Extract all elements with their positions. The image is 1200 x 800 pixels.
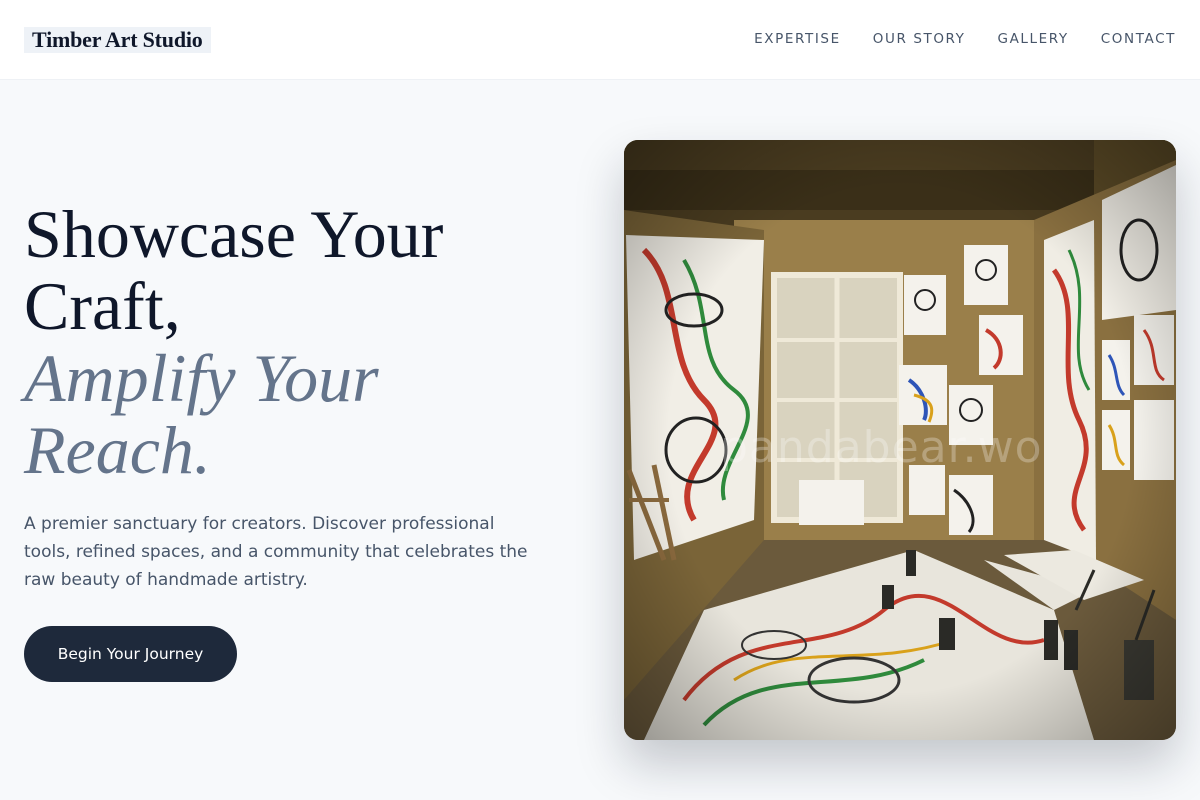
image-watermark: pandabear.wo [720, 422, 1043, 473]
hero-description: A premier sanctuary for creators. Discov… [24, 514, 528, 590]
nav-link-our-story[interactable]: OUR STORY [873, 29, 966, 49]
hero-title: Showcase Your Craft, Amplify Your Reach. [24, 198, 584, 486]
brand-logo[interactable]: Timber Art Studio [24, 27, 211, 53]
hero-title-line: Showcase Your [24, 196, 444, 272]
hero-title-accent-line: Amplify Your [24, 340, 379, 416]
hero-title-accent-line: Reach. [24, 412, 211, 488]
main-nav: EXPERTISE OUR STORY GALLERY CONTACT [754, 29, 1176, 49]
begin-journey-button[interactable]: Begin Your Journey [24, 626, 237, 682]
nav-link-contact[interactable]: CONTACT [1101, 29, 1176, 49]
hero-title-line: Craft, [24, 268, 181, 344]
nav-link-gallery[interactable]: GALLERY [998, 29, 1069, 49]
nav-link-expertise[interactable]: EXPERTISE [754, 29, 841, 49]
studio-photo: pandabear.wo [624, 140, 1176, 740]
site-header: Timber Art Studio EXPERTISE OUR STORY GA… [0, 0, 1200, 80]
